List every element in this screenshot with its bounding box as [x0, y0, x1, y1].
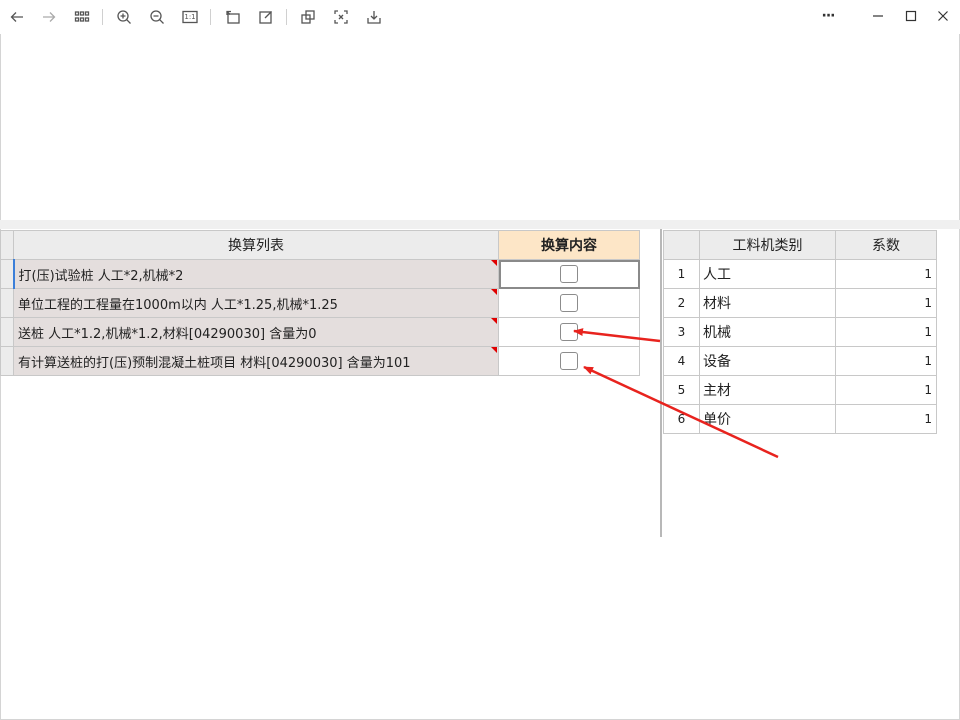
table-row[interactable]: 打(压)试验桩 人工*2,机械*2 [0, 259, 640, 289]
conversion-item-text: 打(压)试验桩 人工*2,机械*2 [18, 268, 184, 284]
conversion-checkbox-cell[interactable] [498, 259, 640, 289]
viewer-toolbar: 1:1 ··· [0, 0, 960, 34]
row-index[interactable] [0, 259, 15, 289]
conversion-checkbox[interactable] [560, 265, 578, 283]
zoom-out-icon[interactable] [146, 6, 168, 28]
pane-splitter[interactable] [660, 229, 662, 537]
conversion-checkbox[interactable] [560, 294, 578, 312]
maximize-icon[interactable] [897, 4, 925, 28]
toolbar-separator [286, 9, 287, 25]
table-row[interactable]: 2 材料 1 [663, 288, 937, 318]
zoom-in-icon[interactable] [113, 6, 135, 28]
table-row[interactable]: 3 机械 1 [663, 317, 937, 347]
close-icon[interactable] [929, 4, 957, 28]
coefficient-header[interactable]: 系数 [835, 230, 937, 260]
table-header-row: 工料机类别 系数 [663, 230, 937, 260]
conversion-checkbox[interactable] [560, 352, 578, 370]
conversion-checkbox-cell[interactable] [498, 346, 640, 376]
edit-icon[interactable] [255, 6, 277, 28]
category-cell[interactable]: 设备 [699, 346, 836, 376]
row-number: 5 [663, 375, 700, 405]
conversion-item-label[interactable]: 打(压)试验桩 人工*2,机械*2 [13, 259, 499, 289]
row-number: 1 [663, 259, 700, 289]
forward-icon[interactable] [38, 6, 60, 28]
coefficient-cell[interactable]: 1 [835, 404, 937, 434]
comment-marker [491, 260, 497, 266]
category-cell[interactable]: 人工 [699, 259, 836, 289]
row-number: 3 [663, 317, 700, 347]
download-icon[interactable] [363, 6, 385, 28]
table-row[interactable]: 5 主材 1 [663, 375, 937, 405]
coefficient-cell[interactable]: 1 [835, 346, 937, 376]
row-number-header [663, 230, 700, 260]
actual-size-icon[interactable]: 1:1 [179, 6, 201, 28]
copy-icon[interactable] [297, 6, 319, 28]
table-row[interactable]: 有计算送桩的打(压)预制混凝土桩项目 材料[04290030] 含量为101 [0, 346, 640, 376]
back-icon[interactable] [6, 6, 28, 28]
table-header-row: 换算列表 换算内容 [0, 230, 640, 260]
row-index-header [0, 230, 14, 260]
minimize-icon[interactable] [864, 4, 892, 28]
conversion-list-header[interactable]: 换算列表 [13, 230, 499, 260]
conversion-item-text: 送桩 人工*1.2,机械*1.2,材料[04290030] 含量为0 [18, 326, 317, 342]
coefficient-cell[interactable]: 1 [835, 375, 937, 405]
comment-marker [491, 289, 497, 295]
actual-size-label: 1:1 [184, 13, 196, 21]
row-index[interactable] [0, 346, 14, 376]
conversion-item-label[interactable]: 送桩 人工*1.2,机械*1.2,材料[04290030] 含量为0 [13, 317, 499, 347]
table-row[interactable]: 6 单价 1 [663, 404, 937, 434]
conversion-checkbox-cell[interactable] [498, 288, 640, 318]
category-cell[interactable]: 机械 [699, 317, 836, 347]
table-row[interactable]: 1 人工 1 [663, 259, 937, 289]
grid-view-icon[interactable] [71, 6, 93, 28]
panel-separator-band [0, 220, 960, 229]
conversion-checkbox[interactable] [560, 323, 578, 341]
toolbar-separator [102, 9, 103, 25]
conversion-content-header[interactable]: 换算内容 [498, 230, 640, 260]
conversion-item-label[interactable]: 有计算送桩的打(压)预制混凝土桩项目 材料[04290030] 含量为101 [13, 346, 499, 376]
row-number: 4 [663, 346, 700, 376]
row-number: 6 [663, 404, 700, 434]
coefficient-cell[interactable]: 1 [835, 259, 937, 289]
row-index[interactable] [0, 317, 14, 347]
more-icon: ··· [821, 8, 836, 24]
conversion-list-table: 换算列表 换算内容 打(压)试验桩 人工*2,机械*2 单位工程的工程量在100… [0, 230, 640, 376]
category-cell[interactable]: 主材 [699, 375, 836, 405]
rotate-icon[interactable] [222, 6, 244, 28]
comment-marker [491, 318, 497, 324]
category-cell[interactable]: 单价 [699, 404, 836, 434]
fit-icon[interactable] [330, 6, 352, 28]
toolbar-separator [210, 9, 211, 25]
coefficient-cell[interactable]: 1 [835, 317, 937, 347]
category-coefficient-table: 工料机类别 系数 1 人工 1 2 材料 1 3 机械 1 4 设备 1 5 主… [663, 230, 937, 434]
row-index[interactable] [0, 288, 14, 318]
category-header[interactable]: 工料机类别 [699, 230, 836, 260]
row-number: 2 [663, 288, 700, 318]
conversion-item-text: 单位工程的工程量在1000m以内 人工*1.25,机械*1.25 [18, 297, 338, 313]
category-cell[interactable]: 材料 [699, 288, 836, 318]
table-row[interactable]: 送桩 人工*1.2,机械*1.2,材料[04290030] 含量为0 [0, 317, 640, 347]
conversion-checkbox-cell[interactable] [498, 317, 640, 347]
table-row[interactable]: 单位工程的工程量在1000m以内 人工*1.25,机械*1.25 [0, 288, 640, 318]
window-border [0, 34, 1, 720]
conversion-item-text: 有计算送桩的打(压)预制混凝土桩项目 材料[04290030] 含量为101 [18, 355, 411, 371]
conversion-item-label[interactable]: 单位工程的工程量在1000m以内 人工*1.25,机械*1.25 [13, 288, 499, 318]
comment-marker [491, 347, 497, 353]
coefficient-cell[interactable]: 1 [835, 288, 937, 318]
table-row[interactable]: 4 设备 1 [663, 346, 937, 376]
more-menu-button[interactable]: ··· [814, 4, 842, 28]
